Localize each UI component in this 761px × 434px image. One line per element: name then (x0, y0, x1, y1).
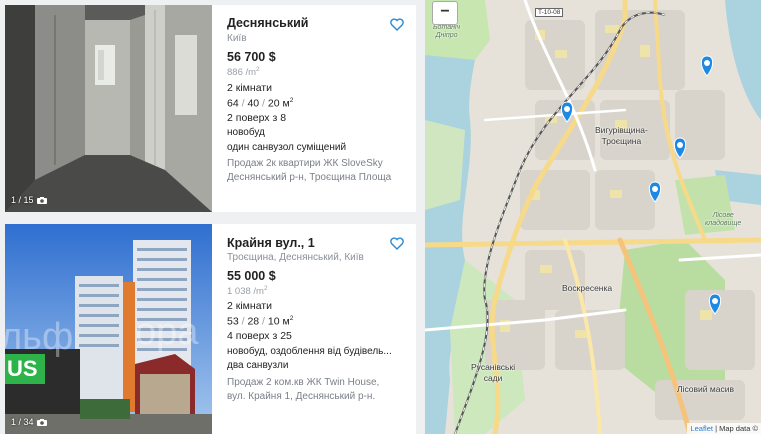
listing-location: Троєщина, Деснянський, Київ (227, 252, 364, 263)
leaflet-link[interactable]: Leaflet (690, 424, 713, 433)
listing-card[interactable]: US льф ора 1 / 34 Крайня вул., 1 Троєщина… (5, 224, 416, 434)
listing-photo[interactable]: 1 / 15 (5, 5, 212, 212)
favorite-heart-icon[interactable] (390, 18, 404, 31)
listing-info: Деснянський Київ 56 700 $ 886 /m2 2 кімн… (227, 5, 416, 212)
map-label-district-line1: Вигурівщина- (595, 125, 648, 135)
area-kitchen: 20 м (267, 97, 290, 110)
listing-description-1: Продаж 2 ком.кв ЖК Twin House, (227, 377, 380, 388)
map-label-lisovyi: Лісовий масив (677, 384, 734, 394)
camera-icon (36, 418, 47, 426)
map-label-cemetery-line1: Лісове (712, 212, 734, 219)
map-label-cemetery-line2: кладовище (705, 220, 742, 227)
listing-description-1: Продаж 2к квартири ЖК SloveSky (227, 158, 383, 169)
listing-floor: 4 поверх з 25 (227, 330, 292, 342)
building-exterior-image: US льф ора (5, 224, 212, 434)
listing-description-2: Деснянський р-н, Троєщина Площа (227, 172, 392, 183)
price-per-m2: 886 /m2 (227, 66, 260, 79)
listing-title[interactable]: Крайня вул., 1 (227, 236, 315, 250)
listing-price: 56 700 $ (227, 50, 276, 64)
map-label-rusanivski: Русанівські сади (471, 362, 515, 384)
listing-location: Київ (227, 33, 247, 44)
price-per-m2: 1 038 /m2 (227, 285, 268, 298)
listing-area: 53 / 28 / 10 м2 (227, 315, 294, 328)
listing-condition: новобуд (227, 127, 265, 138)
listing-condition: новобуд, оздоблення від будівель... (227, 346, 392, 357)
listing-rooms: 2 кімнати (227, 82, 272, 94)
area-kitchen: 10 м (267, 315, 290, 328)
svg-text:ора: ора (135, 311, 199, 353)
favorite-heart-icon[interactable] (390, 237, 404, 250)
listing-bathroom: два санвузли (227, 360, 289, 371)
svg-text:US: US (7, 356, 38, 381)
map-label-cemetery: Лісове кладовище (705, 212, 741, 228)
listing-description-2: вул. Крайня 1, Деснянський р-н. (227, 391, 376, 402)
map-label-rusanivski-line2: сади (483, 373, 503, 383)
area-living: 40 (247, 97, 260, 110)
road-number-label: T-10-08 (535, 8, 564, 17)
photo-counter-text: 1 / 15 (11, 195, 34, 205)
listing-bathroom: один санвузол суміщений (227, 142, 347, 153)
listing-card[interactable]: 1 / 15 Деснянський Київ 56 700 $ 886 /m2… (5, 5, 416, 212)
listing-floor: 2 поверх з 8 (227, 112, 287, 124)
zoom-out-button[interactable]: − (432, 1, 458, 25)
listing-photo[interactable]: US льф ора 1 / 34 (5, 224, 212, 434)
listing-area: 64 / 40 / 20 м2 (227, 97, 294, 110)
map-label-voskresenka: Воскресенка (562, 283, 613, 293)
attribution-text: Map data © (719, 424, 758, 433)
photo-counter-text: 1 / 34 (11, 417, 34, 427)
area-living: 28 (247, 315, 260, 328)
area-total: 64 (227, 97, 239, 110)
listing-rooms: 2 кімнати (227, 300, 272, 312)
map-label-district-line2: Троєщина (601, 136, 642, 146)
map-label-district: Вигурівщина- Троєщина (595, 125, 648, 147)
area-total: 53 (227, 315, 239, 328)
svg-text:льф: льф (5, 316, 73, 358)
map-label-botanic-line2: Дніпро (435, 32, 458, 39)
apartment-interior-image (5, 5, 212, 212)
listing-info: Крайня вул., 1 Троєщина, Деснянський, Ки… (227, 224, 416, 434)
map-label-botanic-line1: Ботаніч (433, 24, 461, 31)
map-view[interactable]: T-10-08 Ботаніч Дніпро Вигурівщина- Троєщи… (425, 0, 761, 434)
listing-title[interactable]: Деснянський (227, 16, 308, 30)
map-label-botanic: Ботаніч Дніпро (433, 24, 460, 40)
price-per-m2-value: 1 038 /m (227, 286, 264, 298)
map-pin-icon[interactable] (700, 55, 714, 77)
map-attribution: Leaflet | Map data © (687, 423, 761, 434)
listing-price: 55 000 $ (227, 269, 276, 283)
photo-counter: 1 / 15 (11, 195, 47, 205)
map-label-rusanivski-line1: Русанівські (471, 362, 516, 372)
price-per-m2-value: 886 /m (227, 67, 257, 79)
photo-counter: 1 / 34 (11, 417, 47, 427)
camera-icon (36, 196, 47, 204)
